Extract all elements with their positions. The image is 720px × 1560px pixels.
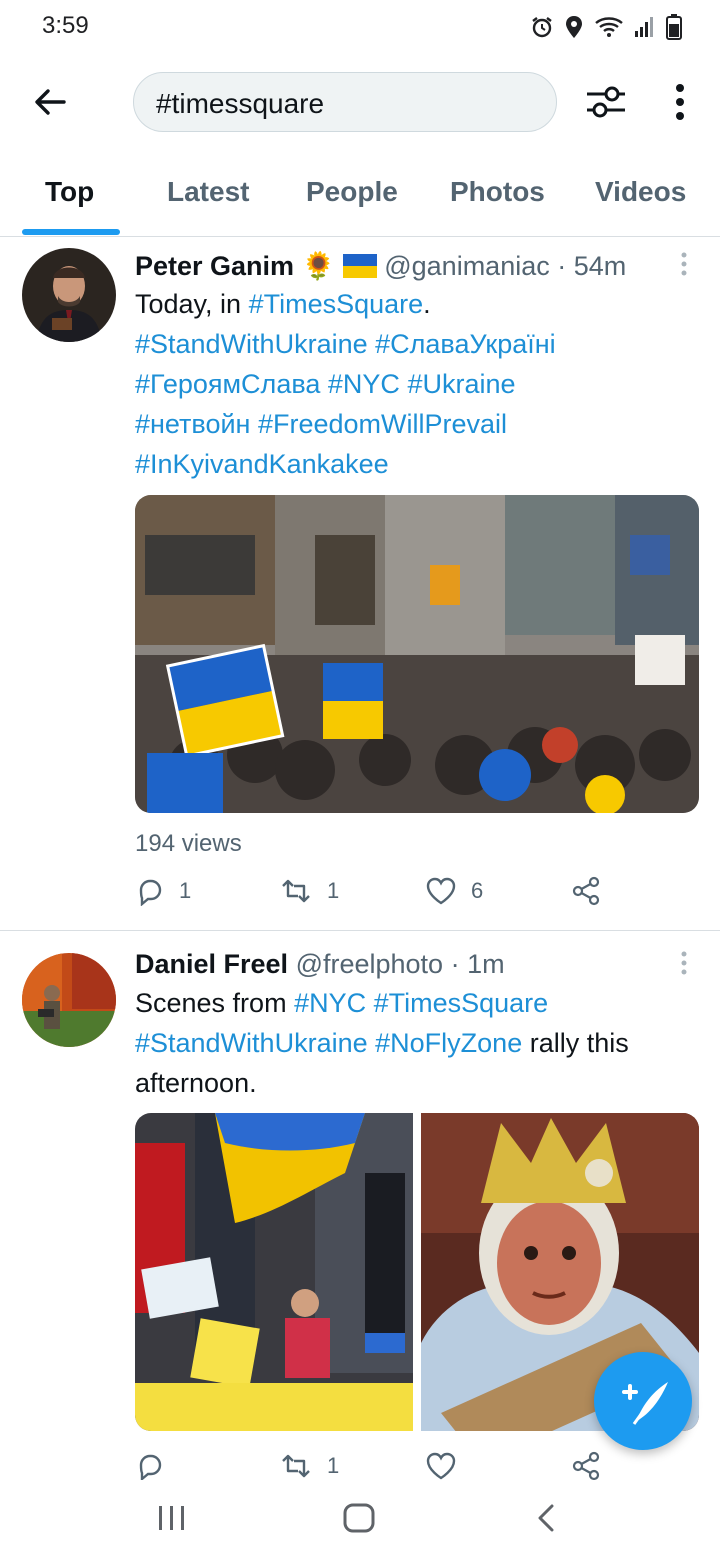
home-icon[interactable] <box>341 1500 377 1536</box>
more-options-icon[interactable] <box>664 80 696 124</box>
hashtag[interactable]: #Ukraine <box>407 369 515 399</box>
author-name[interactable]: Peter Ganim <box>135 251 294 281</box>
hashtag[interactable]: #StandWithUkraine <box>135 1028 368 1058</box>
tweet-photo-left[interactable] <box>135 1113 413 1431</box>
wifi-icon <box>595 17 623 37</box>
search-tabs: Top Latest People Photos Videos <box>0 160 720 237</box>
retweet-icon <box>282 1454 310 1478</box>
retweet-button[interactable]: 1 <box>279 876 339 906</box>
tweet-header: Peter Ganim 🌻 @ganimaniac · 54m <box>135 250 626 282</box>
tab-videos[interactable]: Videos <box>595 176 686 208</box>
hashtag[interactable]: #FreedomWillPrevail <box>258 409 507 439</box>
compose-feather-icon <box>622 1382 668 1425</box>
tweet-time[interactable]: 54m <box>574 251 627 281</box>
hashtag[interactable]: #NoFlyZone <box>375 1028 522 1058</box>
hashtag[interactable]: #NYC <box>294 988 366 1018</box>
retweet-count: 1 <box>327 1453 340 1478</box>
tweet-menu-icon[interactable] <box>678 949 690 979</box>
like-button[interactable]: 6 <box>425 876 483 906</box>
status-time: 3:59 <box>42 12 89 39</box>
tweet-text: Today, in #TimesSquare. #StandWithUkrain… <box>135 289 556 479</box>
status-icons <box>530 14 682 40</box>
hashtag[interactable]: #InKyivandKankakee <box>135 449 389 479</box>
hashtag[interactable]: #ГероямСлава <box>135 369 320 399</box>
like-count: 6 <box>471 878 484 903</box>
active-tab-indicator <box>22 229 120 235</box>
tweet-actions: 1 1 6 <box>135 876 615 916</box>
reply-button[interactable]: 1 <box>135 876 191 906</box>
compose-tweet-button[interactable] <box>594 1352 692 1450</box>
meta-separator: · <box>450 949 460 979</box>
heart-icon <box>426 1452 456 1480</box>
avatar[interactable] <box>22 953 116 1047</box>
retweet-icon <box>282 879 310 903</box>
search-query: #timessquare <box>156 88 325 119</box>
tweet-photo[interactable] <box>135 495 699 813</box>
meta-separator: · <box>557 251 567 281</box>
search-filter-icon[interactable] <box>583 80 629 124</box>
alarm-icon <box>532 17 552 38</box>
author-name[interactable]: Daniel Freel <box>135 949 288 979</box>
share-icon <box>572 1451 600 1481</box>
reply-button[interactable] <box>135 1451 179 1481</box>
retweet-count: 1 <box>327 878 340 903</box>
tab-photos[interactable]: Photos <box>450 176 545 208</box>
tweet[interactable]: Peter Ganim 🌻 @ganimaniac · 54m Today, i… <box>0 236 720 930</box>
tab-top[interactable]: Top <box>45 176 94 208</box>
author-handle[interactable]: @freelphoto <box>296 949 444 979</box>
reply-icon <box>139 879 162 906</box>
hashtag[interactable]: #TimesSquare <box>374 988 549 1018</box>
author-handle[interactable]: @ganimaniac <box>384 251 550 281</box>
tweet-text: Scenes from #NYC #TimesSquare #StandWith… <box>135 988 629 1098</box>
tweet-time[interactable]: 1m <box>467 949 505 979</box>
hashtag[interactable]: #TimesSquare <box>249 289 424 319</box>
search-header: #timessquare <box>0 62 720 146</box>
retweet-button[interactable]: 1 <box>279 1451 339 1481</box>
sunflower-emoji: 🌻 <box>301 251 336 281</box>
avatar[interactable] <box>22 248 116 342</box>
heart-icon <box>426 877 456 905</box>
recent-apps-icon[interactable] <box>156 1500 188 1536</box>
tweet-menu-icon[interactable] <box>678 250 690 280</box>
share-icon <box>572 876 600 906</box>
hashtag[interactable]: #NYC <box>328 369 400 399</box>
back-arrow-icon[interactable] <box>30 82 70 122</box>
hashtag[interactable]: #нетвойн <box>135 409 250 439</box>
tab-people[interactable]: People <box>306 176 398 208</box>
share-button[interactable] <box>571 876 601 906</box>
reply-count: 1 <box>179 878 192 903</box>
share-button[interactable] <box>571 1451 601 1481</box>
hashtag[interactable]: #СлаваУкраїні <box>375 329 556 359</box>
battery-icon <box>666 14 682 40</box>
reply-icon <box>139 1454 162 1481</box>
signal-icon <box>635 17 653 37</box>
hashtag[interactable]: #StandWithUkraine <box>135 329 368 359</box>
status-bar: 3:59 <box>0 0 720 56</box>
system-navigation-bar <box>0 1480 720 1560</box>
back-nav-icon[interactable] <box>532 1500 562 1536</box>
search-input[interactable]: #timessquare <box>133 72 557 132</box>
tab-latest[interactable]: Latest <box>167 176 249 208</box>
view-count[interactable]: 194 views <box>135 830 242 858</box>
location-icon <box>566 16 582 38</box>
tweet-header: Daniel Freel @freelphoto · 1m <box>135 949 505 980</box>
like-button[interactable] <box>425 1451 471 1481</box>
ukraine-flag-icon <box>342 254 377 278</box>
